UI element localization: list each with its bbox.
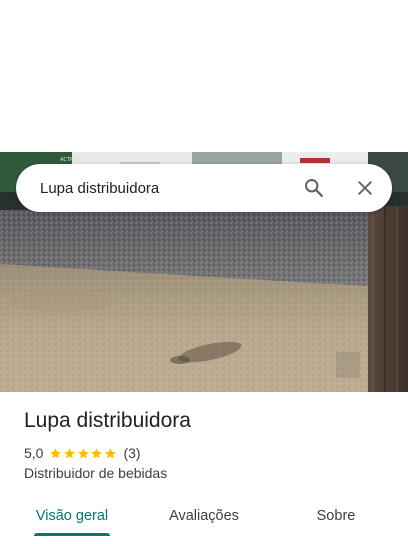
close-icon bbox=[358, 181, 372, 195]
rating-row[interactable]: 5,0 (3) bbox=[24, 444, 141, 462]
star-icon bbox=[104, 447, 116, 458]
review-count[interactable]: (3) bbox=[123, 445, 140, 461]
truck-text: ACTROS bbox=[60, 157, 80, 163]
star-icon bbox=[50, 447, 62, 458]
place-tabs: Visão geral Avaliações Sobre bbox=[0, 496, 408, 536]
close-button[interactable] bbox=[347, 170, 383, 206]
tab-about[interactable]: Sobre bbox=[296, 496, 376, 536]
place-title: Lupa distribuidora bbox=[24, 409, 191, 432]
search-input[interactable]: Lupa distribuidora bbox=[40, 180, 296, 197]
active-tab-indicator bbox=[34, 533, 110, 536]
tab-overview[interactable]: Visão geral bbox=[22, 496, 122, 536]
rating-stars bbox=[49, 447, 117, 460]
star-icon bbox=[64, 447, 75, 458]
search-bar[interactable]: Lupa distribuidora bbox=[16, 164, 392, 212]
search-button[interactable] bbox=[296, 170, 332, 206]
star-icon bbox=[91, 447, 103, 458]
star-icon bbox=[77, 447, 89, 458]
place-screen: ACTROS Lupa distribuidora Lupa distribui… bbox=[0, 0, 408, 544]
rating-value: 5,0 bbox=[24, 445, 44, 461]
tab-reviews[interactable]: Avaliações bbox=[154, 496, 254, 536]
place-category[interactable]: Distribuidor de bebidas bbox=[24, 465, 167, 481]
search-icon bbox=[305, 179, 323, 197]
